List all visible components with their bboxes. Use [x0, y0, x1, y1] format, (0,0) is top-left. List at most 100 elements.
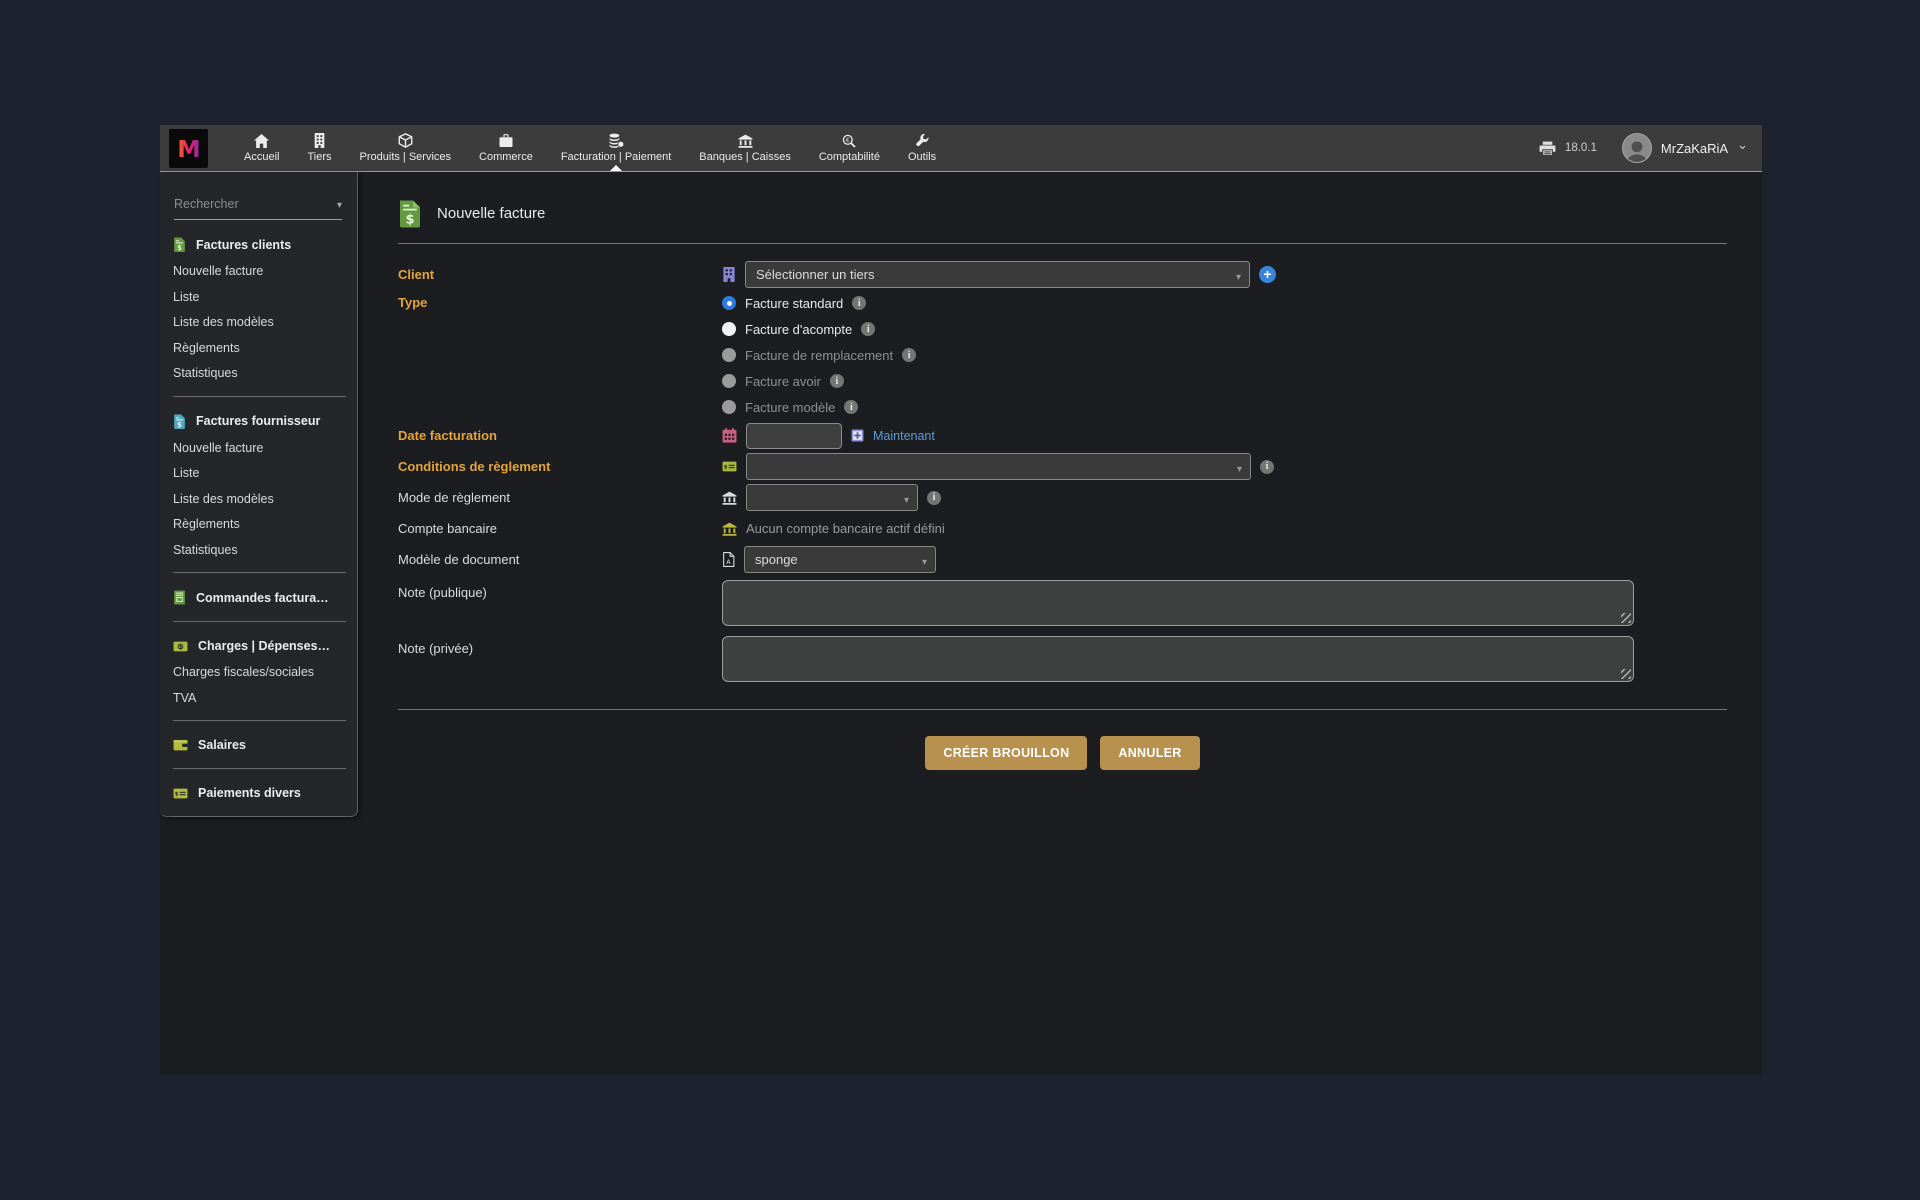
sidebar-section-header[interactable]: Salaires — [160, 731, 357, 759]
main-menu: Accueil Tiers Produits | Services Commer… — [230, 125, 950, 171]
radio-facture-avoir[interactable]: Facture avoir — [722, 368, 1727, 394]
radio-label: Facture d'acompte — [745, 322, 852, 337]
sidebar-search-select[interactable]: Rechercher — [174, 195, 342, 220]
form-row-client: Client Sélectionner un tiers — [398, 259, 1727, 290]
add-circle-icon[interactable] — [1259, 266, 1276, 283]
nav-item-produits-services[interactable]: Produits | Services — [346, 125, 466, 171]
nav-item-label: Banques | Caisses — [699, 151, 791, 163]
topbar-right: 18.0.1 MrZaKaRiA — [1539, 133, 1748, 163]
bank-account-icon — [722, 522, 737, 536]
date-input[interactable] — [746, 423, 842, 449]
bank-mode-icon — [722, 491, 737, 505]
sidebar-section-header[interactable]: $ Factures clients — [160, 230, 357, 259]
radio-facture-remplacement[interactable]: Facture de remplacement — [722, 342, 1727, 368]
bank-icon — [738, 133, 753, 148]
wrench-icon — [915, 133, 929, 148]
coins-icon — [608, 133, 624, 148]
select-caret-icon — [904, 491, 909, 506]
sidebar-section-title: Salaires — [198, 738, 246, 752]
terms-select[interactable] — [746, 453, 1251, 480]
info-icon[interactable] — [861, 322, 875, 336]
radio-facture-acompte[interactable]: Facture d'acompte — [722, 316, 1727, 342]
cube-icon — [398, 133, 413, 148]
svg-text:€: € — [846, 137, 850, 144]
nav-item-outils[interactable]: Outils — [894, 125, 950, 171]
sidebar-section-paiements-divers: $ Paiements divers — [160, 779, 357, 817]
nav-item-label: Produits | Services — [360, 151, 452, 163]
doc-model-select[interactable]: sponge — [744, 546, 936, 573]
printer-icon[interactable] — [1539, 141, 1556, 156]
now-link[interactable]: Maintenant — [873, 429, 935, 443]
info-icon[interactable] — [830, 374, 844, 388]
date-label: Date facturation — [398, 428, 722, 443]
radio-facture-standard[interactable]: Facture standard — [722, 290, 1727, 316]
payment-mode-label: Mode de règlement — [398, 490, 722, 505]
radio-icon[interactable] — [722, 322, 736, 336]
sidebar-item-reglements-fournisseur[interactable]: Règlements — [160, 512, 357, 538]
sidebar-item-charges-fiscales-sociales[interactable]: Charges fiscales/sociales — [160, 660, 357, 686]
note-public-textarea[interactable] — [723, 581, 1633, 625]
svg-text:$: $ — [175, 791, 179, 797]
info-icon[interactable] — [852, 296, 866, 310]
nav-item-facturation-paiement[interactable]: Facturation | Paiement — [547, 125, 685, 171]
wallet-icon — [173, 739, 188, 751]
info-icon[interactable] — [844, 400, 858, 414]
sidebar-item-statistiques-fournisseur[interactable]: Statistiques — [160, 538, 357, 564]
sidebar-item-nouvelle-facture-fournisseur[interactable]: Nouvelle facture — [160, 436, 357, 462]
sidebar-divider — [173, 720, 346, 721]
nav-item-commerce[interactable]: Commerce — [465, 125, 547, 171]
money-check-icon: $ — [173, 788, 188, 799]
payment-terms-icon: $ — [722, 461, 737, 472]
sidebar-section-header[interactable]: $ Paiements divers — [160, 779, 357, 807]
invoice-icon: $ — [398, 199, 422, 228]
info-icon[interactable] — [1260, 460, 1274, 474]
username-label[interactable]: MrZaKaRiA — [1661, 141, 1728, 156]
form-row-type: Type Facture standard Facture d'acompte — [398, 290, 1727, 420]
info-icon[interactable] — [902, 348, 916, 362]
radio-label: Facture avoir — [745, 374, 821, 389]
app-body: Rechercher $ Factures clients Nouvelle f… — [160, 172, 1762, 1073]
sidebar-item-reglements[interactable]: Règlements — [160, 336, 357, 362]
sidebar-section-factures-clients: $ Factures clients Nouvelle facture List… — [160, 230, 357, 397]
logo-m-icon: M — [174, 133, 204, 163]
sidebar-item-liste[interactable]: Liste — [160, 285, 357, 311]
info-icon[interactable] — [927, 491, 941, 505]
nav-item-comptabilite[interactable]: € Comptabilité — [805, 125, 894, 171]
create-draft-button[interactable]: CRÉER BROUILLON — [925, 736, 1087, 770]
nav-item-banques-caisses[interactable]: Banques | Caisses — [685, 125, 805, 171]
sidebar-item-statistiques[interactable]: Statistiques — [160, 361, 357, 387]
sidebar-section-header[interactable]: $ Charges | Dépenses… — [160, 632, 357, 660]
radio-selected-icon[interactable] — [722, 296, 736, 310]
form-row-note-private: Note (privée) — [398, 631, 1727, 687]
main-content: $ Nouvelle facture Client Sélectionner u… — [358, 172, 1762, 1073]
sidebar-section-header[interactable]: $ Factures fournisseur — [160, 407, 357, 436]
calendar-now-icon[interactable] — [851, 429, 864, 442]
sidebar: Rechercher $ Factures clients Nouvelle f… — [160, 172, 358, 817]
note-private-container — [722, 636, 1634, 682]
sidebar-section-factures-fournisseur: $ Factures fournisseur Nouvelle facture … — [160, 407, 357, 574]
sidebar-section-title: Factures clients — [196, 238, 291, 252]
sidebar-item-nouvelle-facture[interactable]: Nouvelle facture — [160, 259, 357, 285]
nav-item-accueil[interactable]: Accueil — [230, 125, 293, 171]
sidebar-item-tva[interactable]: TVA — [160, 686, 357, 712]
type-label: Type — [398, 290, 722, 310]
sidebar-item-liste-fournisseur[interactable]: Liste — [160, 461, 357, 487]
form-bottom-divider — [398, 709, 1727, 710]
nav-item-tiers[interactable]: Tiers — [293, 125, 345, 171]
radio-facture-modele[interactable]: Facture modèle — [722, 394, 1727, 420]
company-icon — [722, 267, 736, 282]
sidebar-item-liste-des-modeles-fournisseur[interactable]: Liste des modèles — [160, 487, 357, 513]
sidebar-divider — [173, 816, 346, 817]
app-logo[interactable]: M — [169, 129, 208, 168]
sidebar-divider — [173, 621, 346, 622]
nav-item-label: Outils — [908, 151, 936, 163]
sidebar-section-commandes: Commandes factura… — [160, 583, 357, 622]
cancel-button[interactable]: ANNULER — [1100, 736, 1199, 770]
avatar[interactable] — [1622, 133, 1652, 163]
chevron-down-icon[interactable] — [1737, 139, 1748, 157]
client-select[interactable]: Sélectionner un tiers — [745, 261, 1250, 288]
note-private-textarea[interactable] — [723, 637, 1633, 681]
sidebar-section-header[interactable]: Commandes factura… — [160, 583, 357, 612]
payment-mode-select[interactable] — [746, 484, 918, 511]
sidebar-item-liste-des-modeles[interactable]: Liste des modèles — [160, 310, 357, 336]
